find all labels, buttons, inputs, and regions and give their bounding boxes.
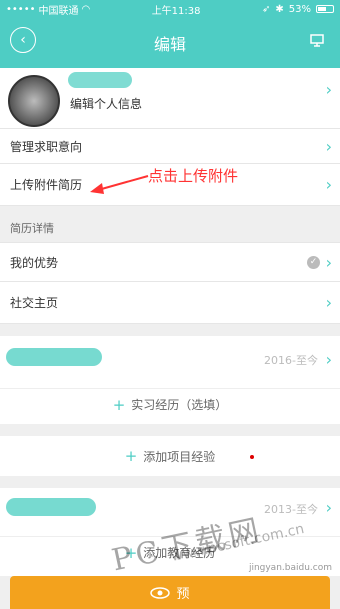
watermark-small: jingyan.baidu.com — [248, 563, 332, 573]
battery-percent: 53% — [288, 3, 311, 15]
wifi-icon: ◠ — [81, 3, 91, 15]
job-intent-label: 管理求职意向 — [10, 139, 83, 154]
bluetooth-icon: ✱ — [275, 3, 284, 15]
name-blur — [68, 72, 132, 88]
battery-icon — [315, 5, 334, 13]
experience-blur — [6, 348, 102, 366]
edit-profile-label: 编辑个人信息 — [70, 97, 143, 111]
experience-date: 2016-至今 — [264, 354, 318, 367]
avatar — [8, 75, 60, 127]
chevron-right-icon: › — [325, 136, 332, 156]
chevron-right-icon: › — [325, 175, 332, 194]
status-bar: ••••• 中国联通 ◠ 上午11:38 ➶ ✱ 53% — [0, 0, 340, 18]
monitor-icon — [310, 33, 324, 47]
social-label: 社交主页 — [10, 296, 59, 310]
carrier-label: 中国联通 — [38, 5, 79, 17]
annotation-arrow — [90, 175, 149, 194]
chevron-right-icon: › — [325, 293, 332, 312]
add-project-button[interactable]: + 添加项目经验 — [0, 436, 340, 476]
add-internship-label: 实习经历（选填） — [131, 398, 228, 412]
screen-button[interactable] — [304, 27, 330, 53]
page-title: 编辑 — [153, 35, 186, 54]
add-internship-button[interactable]: + 实习经历（选填） — [0, 388, 340, 420]
status-time: 上午11:38 — [151, 5, 201, 17]
location-icon: ➶ — [261, 3, 271, 15]
annotation-text: 点击上传附件 — [148, 167, 239, 185]
education-blur — [6, 498, 96, 516]
manage-job-intent-row[interactable]: 管理求职意向 › — [0, 128, 340, 164]
nav-bar: ‹ 编辑 — [0, 18, 340, 68]
chevron-right-icon[interactable]: › — [326, 350, 332, 369]
red-dot — [250, 455, 254, 459]
preview-label: 预 — [176, 587, 190, 602]
resume-details-label: 简历详情 — [10, 222, 54, 235]
my-advantages-row[interactable]: 我的优势 ✓ › — [0, 242, 340, 282]
advantages-label: 我的优势 — [10, 255, 59, 270]
check-icon: ✓ — [307, 255, 320, 269]
signal-icon: ••••• — [6, 3, 36, 15]
chevron-right-icon[interactable]: › — [326, 498, 332, 517]
chevron-left-icon: ‹ — [20, 32, 26, 48]
education-date: 2013-至今 — [264, 503, 318, 516]
social-page-row[interactable]: 社交主页 › — [0, 282, 340, 324]
preview-button[interactable]: 预 — [10, 576, 330, 609]
plus-icon: + — [112, 395, 126, 414]
chevron-right-icon[interactable]: › — [326, 80, 332, 99]
add-project-label: 添加项目经验 — [143, 449, 216, 464]
upload-resume-label: 上传附件简历 — [10, 178, 83, 192]
back-button[interactable]: ‹ — [10, 27, 36, 53]
plus-icon: + — [124, 447, 138, 465]
chevron-right-icon: › — [325, 252, 332, 272]
eye-icon — [150, 586, 171, 599]
app-header: ••••• 中国联通 ◠ 上午11:38 ➶ ✱ 53% ‹ 编辑 — [0, 0, 340, 68]
